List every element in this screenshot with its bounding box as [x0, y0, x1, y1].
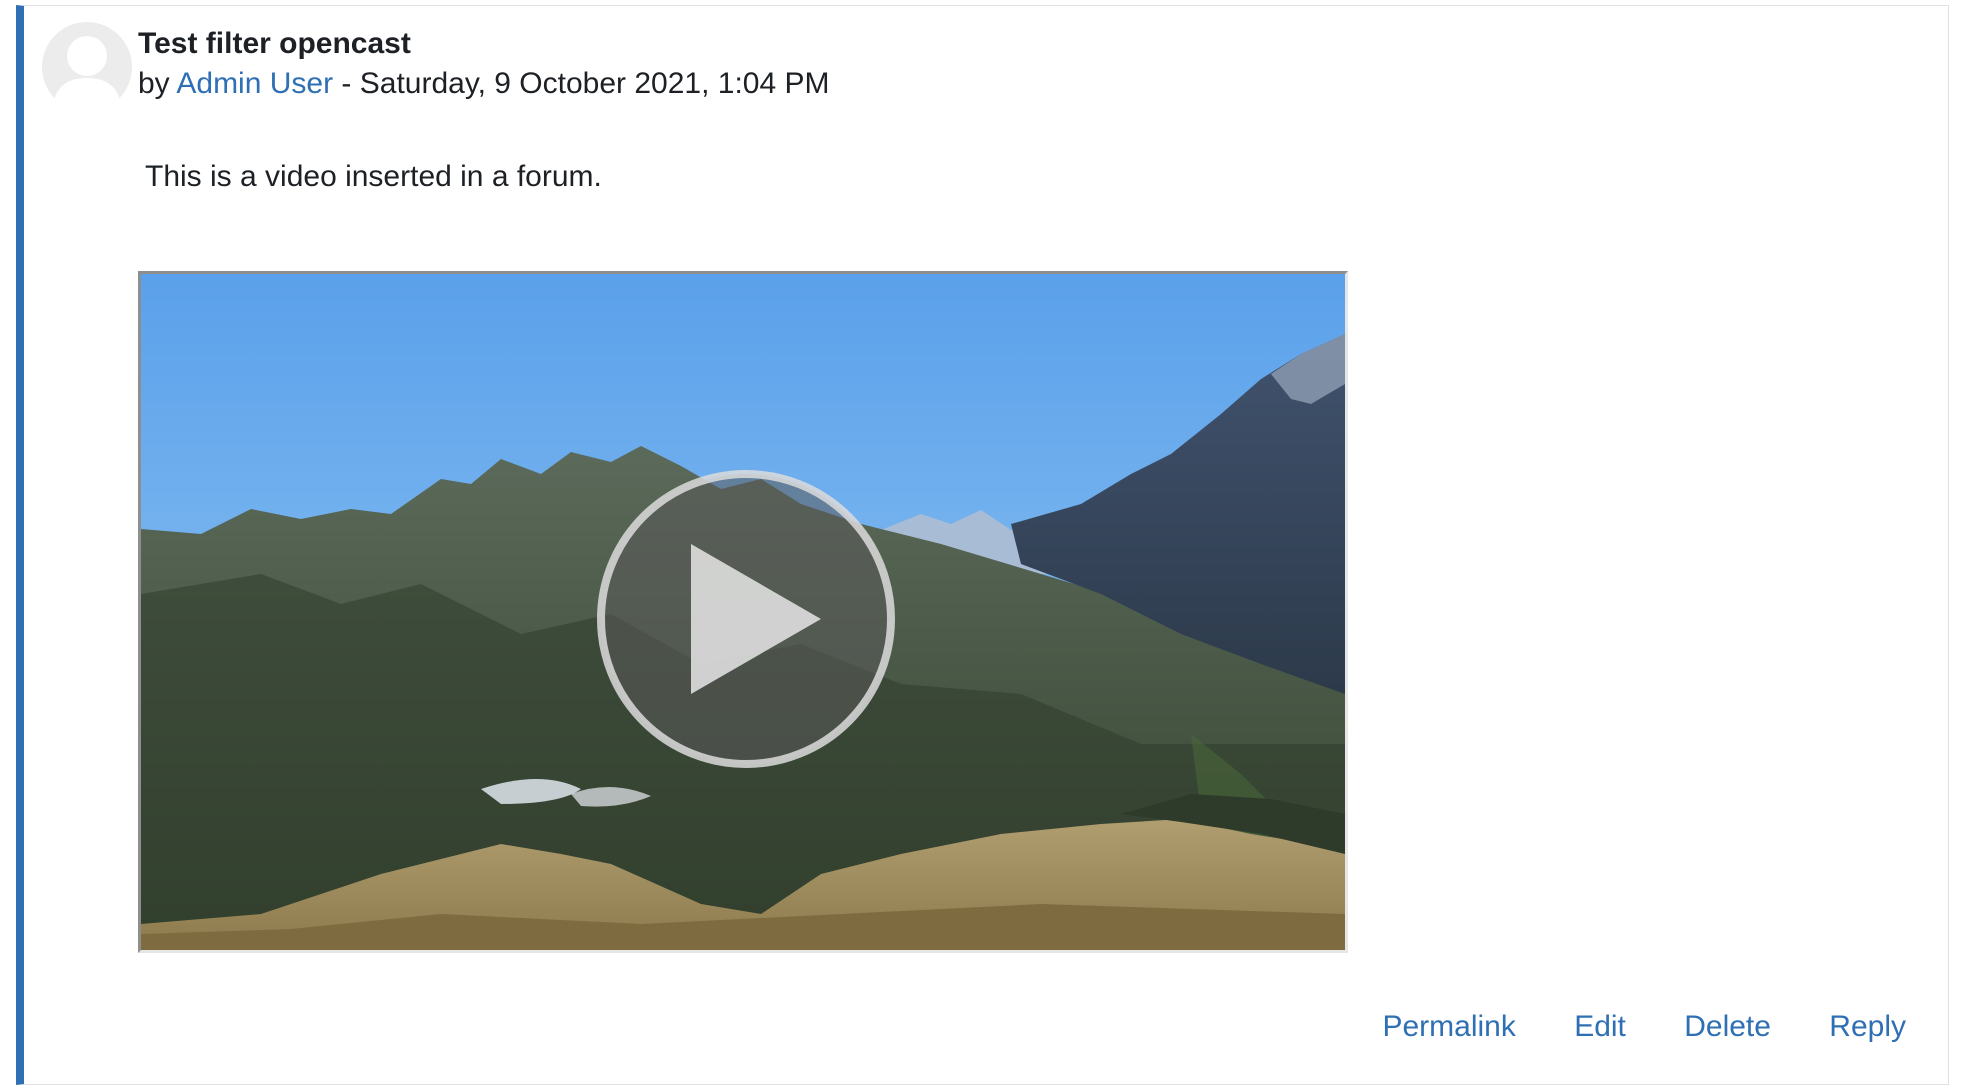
post-title: Test filter opencast	[138, 27, 411, 60]
reply-link[interactable]: Reply	[1829, 1010, 1906, 1043]
post-actions: Permalink Edit Delete Reply	[1332, 1009, 1906, 1045]
avatar[interactable]	[42, 22, 132, 112]
video-player[interactable]	[138, 271, 1348, 953]
by-prefix: by	[138, 67, 170, 100]
forum-post: Test filter opencast by Admin User - Sat…	[16, 5, 1949, 1085]
author-link[interactable]: Admin User	[176, 67, 333, 100]
post-message: This is a video inserted in a forum.	[145, 160, 602, 193]
post-date: Saturday, 9 October 2021, 1:04 PM	[359, 67, 830, 100]
delete-link[interactable]: Delete	[1684, 1010, 1771, 1043]
post-byline: by Admin User - Saturday, 9 October 2021…	[138, 66, 829, 102]
play-icon[interactable]	[596, 469, 896, 769]
edit-link[interactable]: Edit	[1574, 1010, 1626, 1043]
date-separator: -	[333, 67, 360, 100]
permalink-link[interactable]: Permalink	[1382, 1010, 1515, 1043]
user-silhouette-icon	[52, 36, 122, 112]
